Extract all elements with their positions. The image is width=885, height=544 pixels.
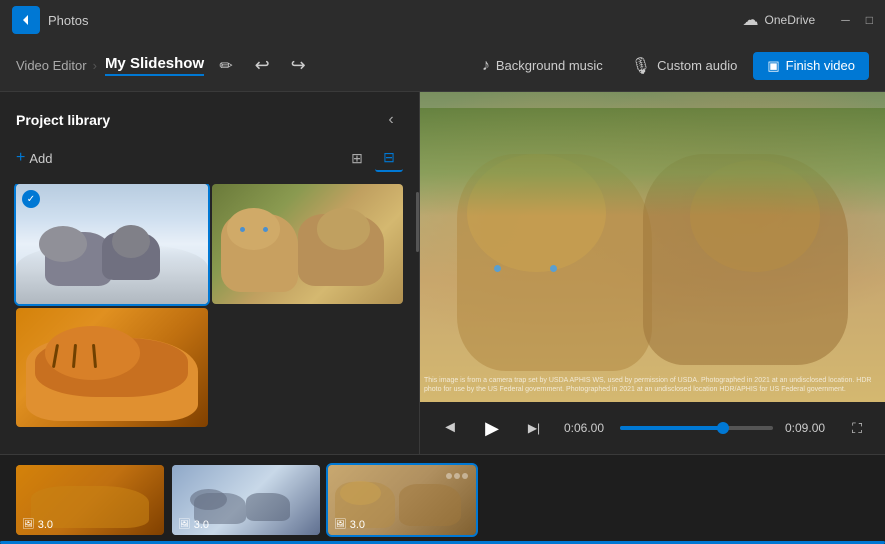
app-title: Photos — [48, 13, 88, 28]
media-grid: ✓ — [0, 184, 419, 427]
top-bar: Photos ☁ OneDrive ─ □ — [0, 0, 885, 40]
timeline-duration: 3.0 — [350, 519, 365, 531]
fullscreen-icon: ⛶ — [852, 420, 862, 437]
plus-icon: + — [16, 149, 25, 167]
project-library-title: Project library — [16, 112, 110, 128]
list-view-button[interactable]: ⊟ — [375, 144, 403, 172]
custom-audio-label: Custom audio — [657, 58, 737, 73]
main-content: Project library ‹ + Add ⊞ ⊟ — [0, 92, 885, 454]
left-panel: Project library ‹ + Add ⊞ ⊟ — [0, 92, 420, 454]
onedrive-area: ☁ OneDrive ─ □ — [743, 10, 873, 30]
progress-bar[interactable] — [620, 426, 773, 430]
slideshow-title: My Slideshow — [105, 55, 204, 76]
undo-button[interactable]: ↩ — [248, 52, 276, 80]
current-time: 0:06.00 — [560, 421, 608, 435]
video-caption: This image is from a camera trap set by … — [420, 376, 885, 398]
custom-audio-button[interactable]: 🎙 Custom audio — [619, 50, 750, 82]
skip-icon: ▶| — [528, 421, 540, 435]
export-icon: ▣ — [767, 58, 779, 74]
video-controls: ◄ ▶ ▶| 0:06.00 0:09.00 ⛶ — [420, 402, 885, 454]
timeline-item[interactable]: 🖼 3.0 — [328, 465, 476, 535]
collapse-panel-button[interactable]: ‹ — [379, 108, 403, 132]
image-icon: 🖼 — [178, 519, 191, 530]
timeline-duration: 3.0 — [194, 519, 209, 531]
grid-view-button[interactable]: ⊞ — [343, 144, 371, 172]
timeline-item-label: 🖼 3.0 — [22, 519, 53, 531]
breadcrumb-separator: › — [93, 58, 97, 73]
toolbar-right: ♪ Background music 🎙 Custom audio ▣ Fini… — [470, 50, 869, 82]
audio-icon: 🎙 — [631, 56, 651, 76]
right-panel: This image is from a camera trap set by … — [420, 92, 885, 454]
back-button[interactable] — [12, 6, 40, 34]
media-item[interactable] — [16, 308, 208, 428]
onedrive-label: OneDrive — [765, 13, 816, 27]
library-toolbar: + Add ⊞ ⊟ — [0, 144, 419, 184]
progress-thumb[interactable] — [717, 422, 729, 434]
scrollbar[interactable] — [416, 192, 419, 252]
timeline-duration: 3.0 — [38, 519, 53, 531]
breadcrumb-parent[interactable]: Video Editor — [16, 58, 87, 73]
add-media-button[interactable]: + Add — [16, 149, 52, 167]
media-item[interactable] — [212, 184, 404, 304]
timeline-item-label: 🖼 3.0 — [334, 519, 365, 531]
cloud-icon: ☁ — [743, 10, 759, 30]
music-icon: ♪ — [482, 57, 490, 75]
media-selected-indicator: ✓ — [22, 190, 40, 208]
skip-forward-button[interactable]: ▶| — [520, 414, 548, 442]
maximize-icon[interactable]: □ — [866, 13, 873, 27]
top-bar-left: Photos — [12, 6, 88, 34]
image-icon: 🖼 — [334, 519, 347, 530]
fullscreen-button[interactable]: ⛶ — [845, 416, 869, 440]
breadcrumb: Video Editor › — [16, 58, 97, 73]
play-icon: ▶ — [485, 418, 499, 439]
background-music-label: Background music — [496, 58, 603, 73]
rewind-button[interactable]: ◄ — [436, 414, 464, 442]
timeline-item[interactable]: 🖼 3.0 — [172, 465, 320, 535]
play-button[interactable]: ▶ — [476, 412, 508, 444]
timeline-item[interactable]: 🖼 3.0 — [16, 465, 164, 535]
toolbar: Video Editor › My Slideshow ✏ ↩ ↪ ♪ Back… — [0, 40, 885, 92]
redo-button[interactable]: ↪ — [284, 52, 312, 80]
total-time: 0:09.00 — [785, 421, 833, 435]
background-music-button[interactable]: ♪ Background music — [470, 51, 615, 81]
minimize-icon[interactable]: ─ — [841, 13, 850, 27]
progress-fill — [620, 426, 723, 430]
media-item[interactable]: ✓ — [16, 184, 208, 304]
video-preview: This image is from a camera trap set by … — [420, 92, 885, 402]
toolbar-left: Video Editor › My Slideshow ✏ ↩ ↪ — [16, 52, 470, 80]
image-icon: 🖼 — [22, 519, 35, 530]
rewind-icon: ◄ — [442, 419, 458, 437]
media-library-scroll[interactable]: ✓ — [0, 184, 419, 454]
finish-video-button[interactable]: ▣ Finish video — [753, 52, 869, 80]
edit-title-button[interactable]: ✏ — [212, 52, 240, 80]
timeline[interactable]: 🖼 3.0 🖼 3.0 🖼 3.0 — [0, 454, 885, 544]
video-frame: This image is from a camera trap set by … — [420, 92, 885, 402]
timeline-item-label: 🖼 3.0 — [178, 519, 209, 531]
view-toggle: ⊞ ⊟ — [343, 144, 403, 172]
project-library-header: Project library ‹ — [0, 92, 419, 144]
add-label: Add — [29, 151, 52, 166]
finish-video-label: Finish video — [786, 58, 855, 73]
